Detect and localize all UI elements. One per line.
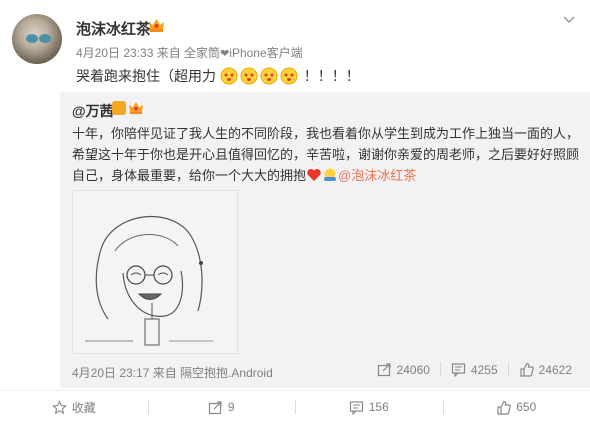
repost-image-sketch[interactable]	[72, 190, 238, 354]
repost-comment-count[interactable]: 4255	[439, 362, 508, 377]
avatar-eye-right	[39, 34, 51, 43]
bottom-action-bar: 收藏 9 156 650	[0, 390, 590, 423]
comment-count: 156	[368, 400, 389, 414]
repost-stats: 24060 4255 24622	[367, 362, 582, 377]
avatar[interactable]	[12, 14, 62, 64]
comment-icon	[349, 400, 363, 415]
kiss-emoji-icon	[240, 67, 258, 85]
thumbs-up-icon	[497, 400, 512, 415]
chevron-down-icon[interactable]	[562, 12, 576, 26]
comment-icon	[451, 363, 466, 377]
comment-button[interactable]: 156	[295, 391, 443, 423]
emoji-group	[220, 67, 304, 85]
hug-emoji-icon	[324, 168, 337, 181]
kiss-emoji-icon	[280, 67, 298, 85]
heart-emoji-icon	[307, 169, 321, 181]
sketch-drawing	[85, 215, 213, 346]
vip-crown-icon[interactable]	[128, 101, 144, 115]
thumbs-up-icon	[520, 362, 534, 377]
post-text-body: 哭着跑来抱住（超用力	[76, 68, 216, 84]
forward-button[interactable]: 9	[147, 391, 296, 423]
post-text-tail: ！！！！	[303, 68, 360, 84]
heart-icon: ❤	[220, 48, 230, 60]
favorite-label: 收藏	[71, 400, 96, 415]
post-meta-time-source: 4月20日 23:33 来自 全家筒	[76, 46, 221, 60]
favorite-button[interactable]: 收藏	[0, 391, 148, 423]
kiss-emoji-icon	[220, 67, 238, 85]
repost-comment-value: 4255	[470, 362, 498, 377]
repost-mention-link[interactable]: @泡沫冰红茶	[338, 168, 416, 183]
kiss-emoji-icon	[260, 67, 278, 85]
repost-username[interactable]: @万茜	[72, 101, 114, 121]
vip-crown-icon[interactable]	[148, 18, 165, 33]
post-meta: 4月20日 23:33 来自 全家筒❤iPhone客户端	[76, 44, 303, 61]
forward-count: 9	[227, 400, 235, 414]
repost-footer[interactable]: 4月20日 23:17 来自 隔空抱抱.Android	[72, 364, 273, 381]
repost-like-value: 24622	[538, 362, 572, 377]
star-icon	[51, 399, 67, 414]
post-username[interactable]: 泡沫冰红茶	[76, 18, 151, 39]
repost-card[interactable]: @万茜 十年，你陪伴见证了我人生的不同阶段，我也看着你从学生到成为工作上独当一面…	[60, 92, 590, 388]
repost-forward-count[interactable]: 24060	[367, 362, 440, 377]
avatar-eye-left	[26, 34, 38, 43]
post-meta-device[interactable]: iPhone客户端	[229, 46, 302, 60]
like-count: 650	[516, 400, 537, 414]
post-text: 哭着跑来抱住（超用力 ！！！！	[76, 66, 360, 86]
repost-text: 十年，你陪伴见证了我人生的不同阶段，我也看着你从学生到成为工作上独当一面的人，希…	[72, 123, 582, 186]
repost-forward-value: 24060	[396, 362, 430, 377]
repost-like-count[interactable]: 24622	[507, 362, 582, 377]
share-icon	[208, 400, 222, 414]
like-button[interactable]: 650	[442, 391, 590, 423]
verified-badge-icon	[112, 101, 126, 115]
share-icon	[377, 363, 391, 377]
